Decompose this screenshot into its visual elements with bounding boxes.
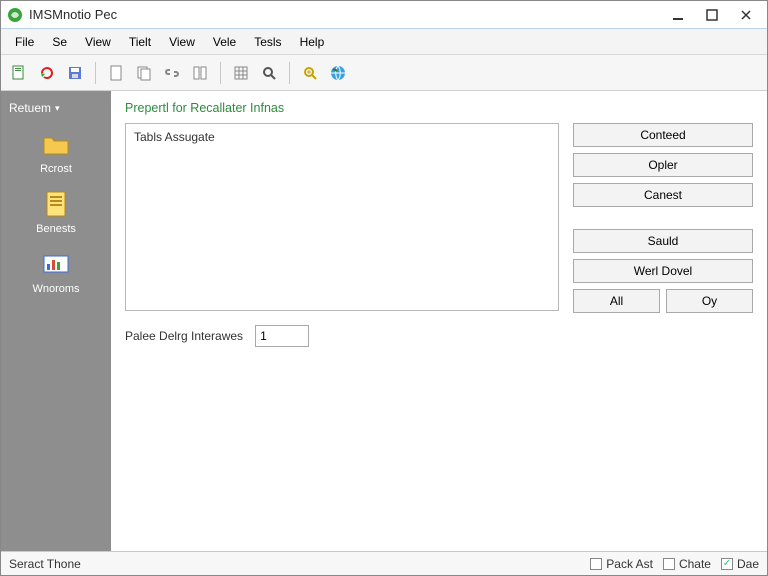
- checkbox-label: Chate: [679, 557, 711, 571]
- sidebar-item-label: Wnoroms: [32, 283, 79, 295]
- globe-icon[interactable]: [326, 61, 350, 85]
- field-row: Palee Delrg Interawes: [125, 325, 753, 347]
- window-controls: [667, 6, 761, 24]
- canest-button[interactable]: Canest: [573, 183, 753, 207]
- main-panel: Prepertl for Recallater Infnas Tabls Ass…: [111, 91, 767, 551]
- split-icon[interactable]: [188, 61, 212, 85]
- statusbar-right: Pack Ast Chate ✓ Dae: [590, 557, 759, 571]
- sidebar-item-label: Rcrost: [40, 163, 72, 175]
- pack-ast-checkbox[interactable]: Pack Ast: [590, 557, 653, 571]
- new-doc-icon[interactable]: [7, 61, 31, 85]
- sidebar-item-label: Benests: [36, 223, 76, 235]
- window-title: IMSMnotio Pec: [29, 7, 667, 22]
- dae-checkbox[interactable]: ✓ Dae: [721, 557, 759, 571]
- minimize-button[interactable]: [667, 6, 689, 24]
- conteed-button[interactable]: Conteed: [573, 123, 753, 147]
- sidebar-header-label: Retuem: [9, 101, 51, 115]
- link-icon[interactable]: [160, 61, 184, 85]
- opler-button[interactable]: Opler: [573, 153, 753, 177]
- listbox[interactable]: Tabls Assugate: [125, 123, 559, 311]
- status-text: Seract Thone: [9, 557, 590, 571]
- right-buttons: Conteed Opler Canest Sauld Werl Dovel Al…: [573, 123, 753, 313]
- toolbar-separator: [289, 62, 290, 84]
- sidebar: Retuem ▾ Rcrost Benests Wnoroms: [1, 91, 111, 551]
- chart-icon: [41, 249, 71, 279]
- menubar: File Se View Tielt View Vele Tesls Help: [1, 29, 767, 55]
- sidebar-item-rcrost[interactable]: Rcrost: [16, 129, 96, 175]
- refresh-icon[interactable]: [35, 61, 59, 85]
- all-button[interactable]: All: [573, 289, 660, 313]
- zoom-icon[interactable]: [298, 61, 322, 85]
- list-item[interactable]: Tabls Assugate: [134, 130, 550, 144]
- menu-view2[interactable]: View: [161, 32, 203, 52]
- wert-dovel-button[interactable]: Werl Dovel: [573, 259, 753, 283]
- checkbox-icon: [590, 558, 602, 570]
- menu-view[interactable]: View: [77, 32, 119, 52]
- grid-icon[interactable]: [229, 61, 253, 85]
- checkbox-label: Pack Ast: [606, 557, 653, 571]
- search-icon[interactable]: [257, 61, 281, 85]
- save-icon[interactable]: [63, 61, 87, 85]
- maximize-button[interactable]: [701, 6, 723, 24]
- toolbar-separator: [220, 62, 221, 84]
- interawes-input[interactable]: [255, 325, 309, 347]
- close-button[interactable]: [735, 6, 757, 24]
- folder-icon: [41, 129, 71, 159]
- menu-tesls[interactable]: Tesls: [246, 32, 289, 52]
- statusbar: Seract Thone Pack Ast Chate ✓ Dae: [1, 551, 767, 575]
- page-icon[interactable]: [104, 61, 128, 85]
- chate-checkbox[interactable]: Chate: [663, 557, 711, 571]
- menu-file[interactable]: File: [7, 32, 42, 52]
- app-icon: [7, 7, 23, 23]
- oy-button[interactable]: Oy: [666, 289, 753, 313]
- panel-title: Prepertl for Recallater Infnas: [125, 101, 753, 115]
- field-label: Palee Delrg Interawes: [125, 329, 243, 343]
- sidebar-item-benests[interactable]: Benests: [16, 189, 96, 235]
- panel-row: Tabls Assugate Conteed Opler Canest Saul…: [125, 123, 753, 313]
- sidebar-items: Rcrost Benests Wnoroms: [16, 129, 96, 295]
- checkbox-label: Dae: [737, 557, 759, 571]
- body: Retuem ▾ Rcrost Benests Wnoroms Prepe: [1, 91, 767, 551]
- sheet-icon: [41, 189, 71, 219]
- sidebar-item-wnoroms[interactable]: Wnoroms: [16, 249, 96, 295]
- sidebar-header[interactable]: Retuem ▾: [1, 97, 111, 119]
- toolbar-separator: [95, 62, 96, 84]
- menu-vele[interactable]: Vele: [205, 32, 244, 52]
- menu-se[interactable]: Se: [44, 32, 75, 52]
- checkbox-icon: [663, 558, 675, 570]
- toolbar: [1, 55, 767, 91]
- menu-help[interactable]: Help: [292, 32, 333, 52]
- titlebar: IMSMnotio Pec: [1, 1, 767, 29]
- checkbox-icon: ✓: [721, 558, 733, 570]
- copy-icon[interactable]: [132, 61, 156, 85]
- app-window: IMSMnotio Pec File Se View Tielt View Ve…: [0, 0, 768, 576]
- sauid-button[interactable]: Sauld: [573, 229, 753, 253]
- chevron-down-icon: ▾: [55, 103, 60, 114]
- menu-tielt[interactable]: Tielt: [121, 32, 159, 52]
